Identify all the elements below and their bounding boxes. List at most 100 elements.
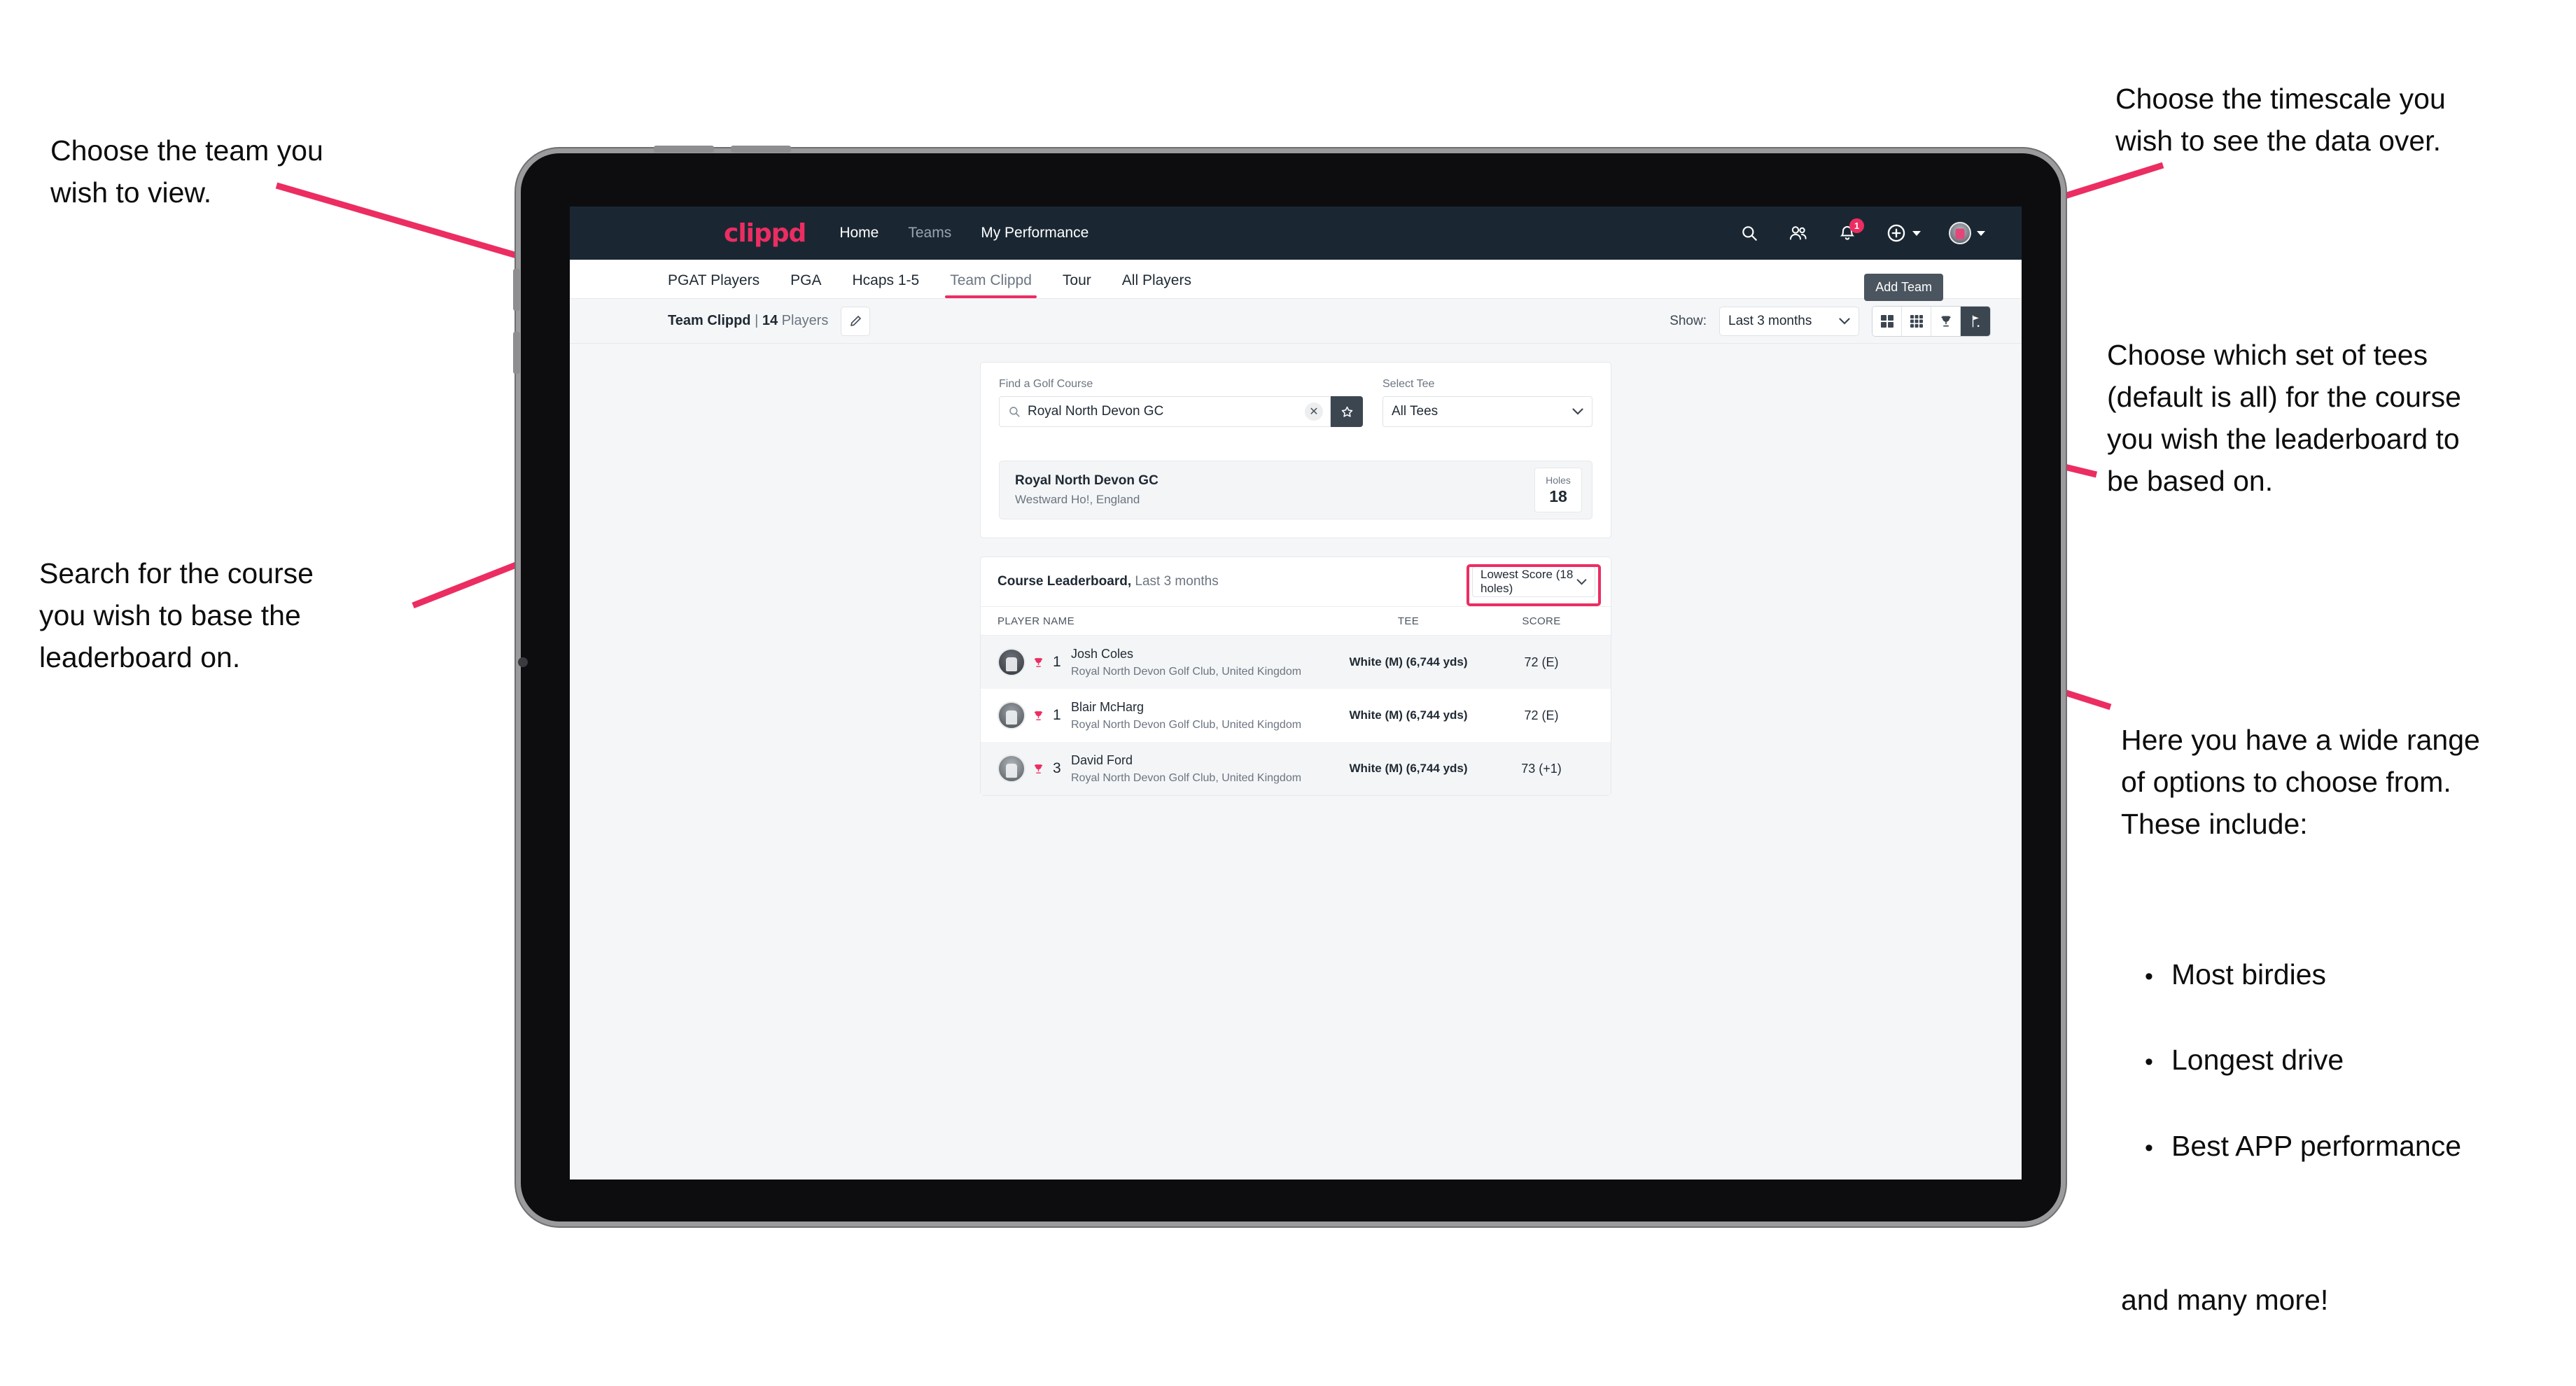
grid-3x3-icon[interactable]: [1902, 306, 1931, 336]
player-club: Royal North Devon Golf Club, United King…: [1071, 718, 1302, 731]
avatar: [997, 755, 1026, 783]
tab-pgat-players[interactable]: PGAT Players: [668, 272, 760, 298]
device-button-top-2: [731, 146, 791, 153]
table-row[interactable]: 1 Josh Coles Royal North Devon Golf Club…: [981, 636, 1611, 689]
bullet-icon: •: [2145, 963, 2153, 990]
player-rank: 1: [1053, 654, 1061, 670]
player-rank: 3: [1053, 760, 1061, 776]
annotation-options-outro: and many more!: [2121, 1283, 2329, 1316]
tab-team-clippd[interactable]: Team Clippd: [945, 272, 1037, 298]
team-summary: Team Clippd | 14 Players: [668, 313, 828, 329]
list-item: • Best APP performance: [2145, 1124, 2576, 1168]
tab-hcaps-1-5[interactable]: Hcaps 1-5: [852, 272, 919, 298]
golf-flag-icon[interactable]: [1961, 306, 1990, 336]
player-score: 72 (E): [1524, 708, 1559, 722]
holes-value: 18: [1549, 486, 1567, 505]
leaderboard-player-cell: 1 Josh Coles Royal North Devon Golf Club…: [997, 647, 1328, 678]
course-search-fields: Find a Golf Course Royal North Devon GC …: [981, 363, 1611, 445]
player-info: Blair McHarg Royal North Devon Golf Club…: [1071, 700, 1301, 732]
holes-label: Holes: [1546, 474, 1571, 486]
pencil-icon: [850, 315, 861, 326]
annotation-options: Here you have a wide range of options to…: [2121, 678, 2576, 1363]
player-name: Josh Coles: [1071, 646, 1134, 661]
chevron-down-icon: [1572, 404, 1583, 419]
view-toggle-group: [1872, 305, 1991, 337]
annotation-options-intro: Here you have a wide range of options to…: [2121, 723, 2480, 840]
table-row[interactable]: 3 David Ford Royal North Devon Golf Club…: [981, 742, 1611, 795]
notification-badge: 1: [1849, 218, 1864, 233]
tab-pga[interactable]: PGA: [790, 272, 821, 298]
leaderboard-player-cell: 1 Blair McHarg Royal North Devon Golf Cl…: [997, 700, 1328, 732]
list-item: • Most birdies: [2145, 953, 2576, 996]
primary-nav: Home Teams My Performance: [839, 225, 1088, 241]
metric-select[interactable]: Lowest Score (18 holes): [1472, 566, 1595, 597]
tee-select-value: All Tees: [1392, 404, 1438, 419]
avatar[interactable]: [1949, 222, 1971, 244]
tee-select[interactable]: All Tees: [1382, 396, 1592, 427]
annotation-option-label: Longest drive: [2171, 1044, 2344, 1077]
leaderboard-player-cell: 3 David Ford Royal North Devon Golf Club…: [997, 753, 1328, 785]
course-result-card[interactable]: Royal North Devon GC Westward Ho!, Engla…: [999, 461, 1592, 519]
plus-circle-icon[interactable]: [1886, 223, 1907, 244]
player-club: Royal North Devon Golf Club, United King…: [1071, 771, 1302, 784]
player-info: Josh Coles Royal North Devon Golf Club, …: [1071, 647, 1301, 678]
avatar: [997, 701, 1026, 729]
column-header-score: SCORE: [1522, 615, 1561, 627]
clippd-logo[interactable]: clippd: [724, 219, 806, 248]
search-input[interactable]: Royal North Devon GC ✕: [999, 396, 1331, 427]
chevron-down-icon: [1576, 575, 1587, 589]
team-separator: |: [750, 313, 762, 328]
holes-badge: Holes 18: [1534, 468, 1582, 512]
trophy-icon[interactable]: [1931, 306, 1961, 336]
metric-select-value: Lowest Score (18 holes): [1480, 568, 1574, 595]
annotation-tees: Choose which set of tees (default is all…: [2107, 339, 2461, 497]
annotation-option-label: Most birdies: [2171, 958, 2327, 991]
bell-icon[interactable]: 1: [1837, 218, 1864, 244]
nav-link-home[interactable]: Home: [839, 225, 878, 241]
grid-2x2-icon[interactable]: [1872, 306, 1902, 336]
table-row[interactable]: 1 Blair McHarg Royal North Devon Golf Cl…: [981, 689, 1611, 742]
tab-all-players[interactable]: All Players: [1122, 272, 1191, 298]
tab-tour[interactable]: Tour: [1063, 272, 1091, 298]
app-navbar: clippd Home Teams My Performance 1: [570, 206, 2022, 260]
screenshot-root: Choose the team you wish to view. Search…: [0, 0, 2576, 1386]
course-search-panel: Find a Golf Course Royal North Devon GC …: [980, 362, 1611, 538]
chevron-down-icon: [1839, 314, 1850, 329]
trophy-icon: [1032, 762, 1044, 776]
course-name: Royal North Devon GC: [1015, 473, 1158, 488]
device-button-side-2: [513, 332, 520, 374]
course-result-text: Royal North Devon GC Westward Ho!, Engla…: [1015, 473, 1158, 507]
add-team-tooltip: Add Team: [1864, 274, 1943, 301]
leaderboard-subtitle: Last 3 months: [1135, 574, 1219, 589]
chevron-down-icon: [1912, 230, 1921, 236]
player-count: 14: [762, 313, 778, 328]
bullet-icon: •: [2145, 1049, 2153, 1076]
nav-link-teams[interactable]: Teams: [908, 225, 951, 241]
team-tabs: PGAT Players PGA Hcaps 1-5 Team Clippd T…: [570, 260, 2022, 301]
course-search-label: Find a Golf Course: [999, 378, 1093, 390]
annotation-timescale: Choose the timescale you wish to see the…: [2115, 83, 2446, 157]
search-icon[interactable]: [1739, 223, 1760, 244]
edit-team-button[interactable]: [841, 306, 871, 336]
leaderboard-column-headers: PLAYER NAME TEE SCORE: [981, 606, 1611, 636]
nav-link-my-performance[interactable]: My Performance: [981, 225, 1088, 241]
search-row: Find a Golf Course Royal North Devon GC …: [999, 378, 1592, 427]
add-menu[interactable]: [1886, 223, 1921, 244]
tee-select-label: Select Tee: [1382, 378, 1435, 390]
annotation-choose-team: Choose the team you wish to view.: [50, 134, 323, 209]
player-name: Blair McHarg: [1071, 699, 1144, 714]
navbar-actions: 1: [1739, 218, 1985, 244]
player-club: Royal North Devon Golf Club, United King…: [1071, 665, 1302, 678]
search-input-value: Royal North Devon GC: [1028, 404, 1164, 419]
column-header-tee: TEE: [1397, 615, 1420, 627]
search-icon: [1008, 405, 1021, 418]
player-rank: 1: [1053, 707, 1061, 723]
trophy-icon: [1032, 709, 1044, 722]
people-icon[interactable]: [1788, 223, 1809, 244]
period-select[interactable]: Last 3 months: [1719, 306, 1859, 336]
period-value: Last 3 months: [1728, 313, 1812, 328]
user-menu[interactable]: [1949, 222, 1985, 244]
close-icon[interactable]: ✕: [1305, 402, 1323, 421]
player-score: 73 (+1): [1521, 761, 1562, 776]
star-icon[interactable]: [1331, 396, 1363, 427]
